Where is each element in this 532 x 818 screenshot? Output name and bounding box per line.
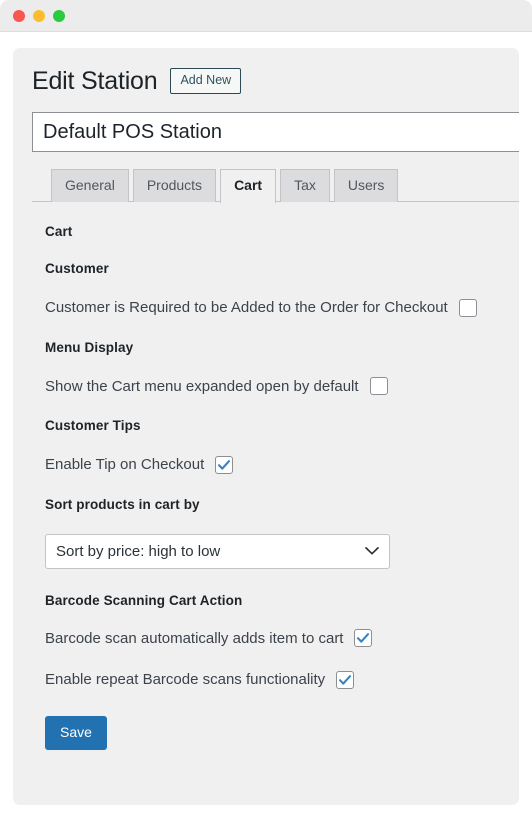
checkbox-barcode-auto-add[interactable] (354, 629, 373, 648)
page-title: Edit Station (32, 67, 158, 95)
section-heading-barcode: Barcode Scanning Cart Action (45, 592, 243, 608)
setting-barcode-auto-add: Barcode scan automatically adds item to … (45, 629, 519, 649)
setting-enable-tip: Enable Tip on Checkout (45, 455, 519, 475)
app-window: Edit Station Add New General Products Ca… (0, 0, 532, 813)
cart-settings-panel: Cart Customer Customer is Required to be… (13, 202, 519, 750)
setting-require-customer: Customer is Required to be Added to the … (45, 298, 519, 318)
checkbox-barcode-repeat-scans[interactable] (336, 670, 355, 689)
tab-products[interactable]: Products (132, 169, 217, 202)
page-header: Edit Station Add New (13, 48, 519, 96)
page-body: Edit Station Add New General Products Ca… (0, 32, 532, 813)
section-heading-customer: Customer (45, 261, 109, 276)
settings-card: Edit Station Add New General Products Ca… (13, 48, 519, 805)
settings-tabs: General Products Cart Tax Users (32, 167, 519, 203)
checkbox-expand-cart-menu[interactable] (369, 377, 388, 396)
setting-label-enable-tip: Enable Tip on Checkout (45, 456, 205, 473)
setting-label-barcode-repeat-scans: Enable repeat Barcode scans functionalit… (45, 671, 326, 688)
sort-products-select[interactable]: Sort by price: high to low (45, 533, 390, 569)
setting-label-barcode-auto-add: Barcode scan automatically adds item to … (45, 629, 344, 647)
checkmark-icon (357, 633, 370, 643)
minimize-window-button[interactable] (33, 9, 45, 22)
setting-expand-cart-menu: Show the Cart menu expanded open by defa… (45, 377, 519, 397)
section-heading-sort-products: Sort products in cart by (45, 496, 200, 512)
setting-label-require-customer: Customer is Required to be Added to the … (45, 299, 448, 316)
setting-barcode-repeat-scans: Enable repeat Barcode scans functionalit… (45, 670, 519, 690)
checkmark-icon (339, 674, 352, 685)
section-heading-customer-tips: Customer Tips (45, 418, 141, 433)
checkbox-enable-tip[interactable] (215, 455, 234, 474)
tab-general[interactable]: General (51, 169, 129, 202)
station-name-input[interactable] (32, 112, 519, 152)
checkbox-require-customer[interactable] (458, 298, 477, 317)
station-name-field-wrap (32, 112, 519, 152)
panel-heading-cart: Cart (45, 224, 73, 239)
add-new-button[interactable]: Add New (170, 67, 242, 95)
tab-users[interactable]: Users (333, 169, 399, 202)
zoom-window-button[interactable] (53, 9, 65, 22)
save-button[interactable]: Save (45, 715, 107, 750)
sort-products-select-wrap: Sort by price: high to low (45, 533, 390, 569)
checkmark-icon (218, 459, 231, 470)
close-window-button[interactable] (13, 9, 25, 22)
window-titlebar (0, 0, 532, 32)
section-heading-menu-display: Menu Display (45, 339, 134, 355)
setting-label-expand-cart-menu: Show the Cart menu expanded open by defa… (45, 377, 359, 395)
tab-tax[interactable]: Tax (280, 169, 330, 202)
tab-cart[interactable]: Cart (220, 169, 277, 203)
